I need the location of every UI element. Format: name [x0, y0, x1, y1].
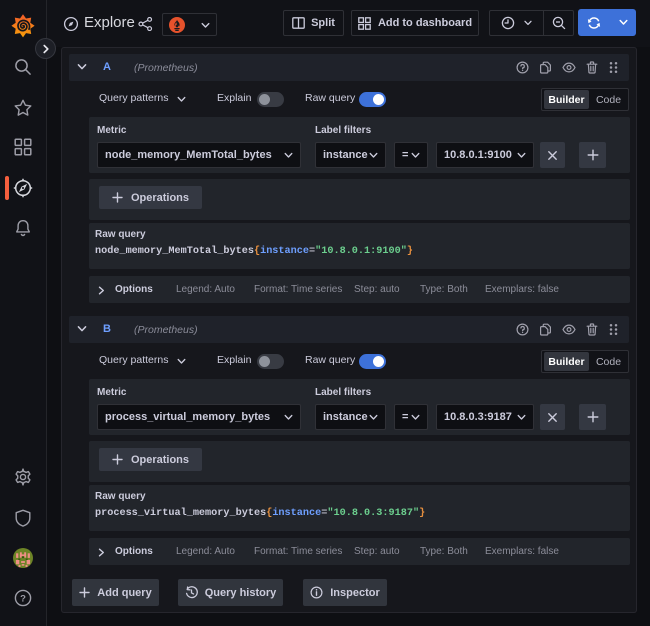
- svg-text:?: ?: [20, 594, 26, 605]
